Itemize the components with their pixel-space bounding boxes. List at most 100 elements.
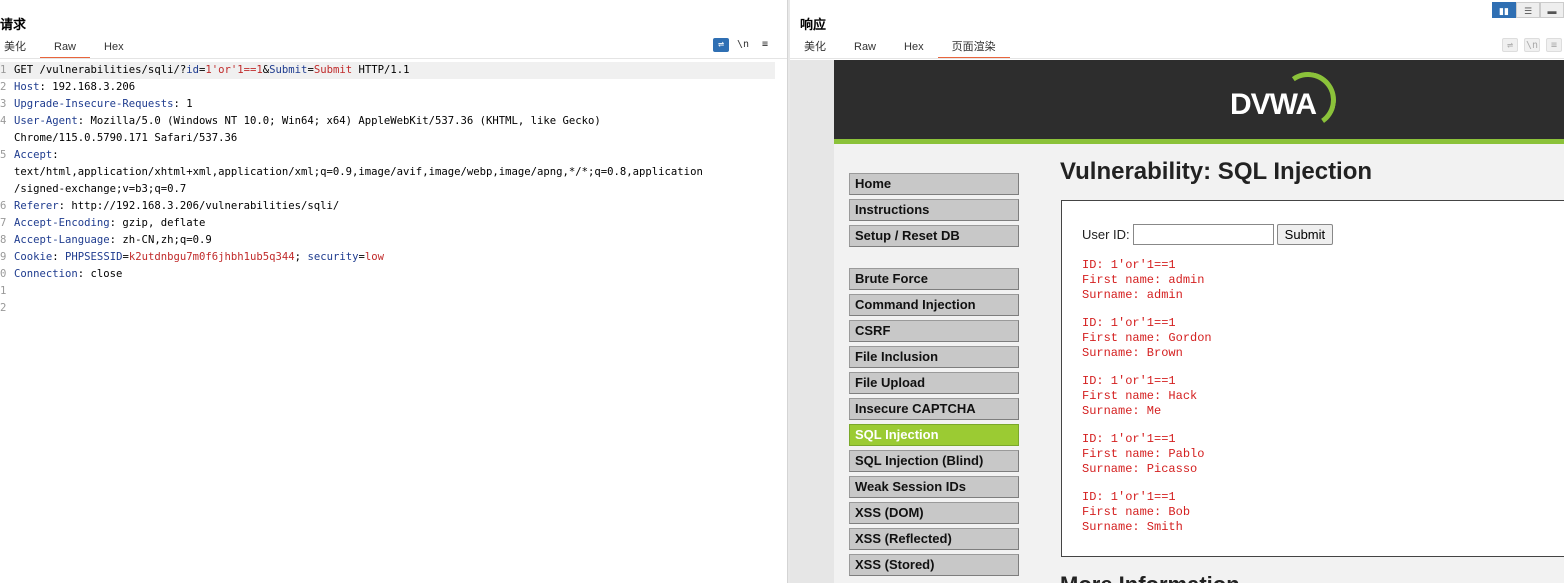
tab-render[interactable]: 页面渲染 (937, 38, 1010, 59)
result-first: First name: Hack (1082, 389, 1198, 403)
menu-item-home[interactable]: Home (849, 173, 1019, 195)
dvwa-content: Vulnerability: SQL Injection User ID: Su… (1060, 158, 1564, 557)
menu-item-csrf[interactable]: CSRF (849, 320, 1019, 342)
code-token: k2utdnbgu7m0f6jhbh1ub5q344 (128, 251, 295, 263)
tab-hex[interactable]: Hex (90, 38, 138, 58)
menu-item-xss-stored[interactable]: XSS (Stored) (849, 554, 1019, 576)
menu-item-setup-reset-db[interactable]: Setup / Reset DB (849, 225, 1019, 247)
code-token: HTTP/1.1 (352, 64, 410, 76)
submit-button[interactable]: Submit (1276, 224, 1334, 245)
menu-icon[interactable]: ≡ (757, 38, 773, 52)
result-surname: Surname: Smith (1082, 520, 1183, 534)
result-record: ID: 1'or'1==1 First name: Bob Surname: Smi… (1082, 490, 1212, 535)
menu-item-xss-dom[interactable]: XSS (DOM) (849, 502, 1019, 524)
code-token: low (364, 251, 384, 263)
line-number (0, 164, 14, 181)
line-code: /signed-exchange;v=b3;q=0.7 (14, 181, 186, 198)
editor-line[interactable]: 1 GET /vulnerabilities/sqli/?id=1'or'1==1… (0, 62, 775, 79)
line-code: Chrome/115.0.5790.171 Safari/537.36 (14, 130, 237, 147)
line-number (0, 181, 14, 198)
line-code: Referer: http://192.168.3.206/vulnerabil… (14, 198, 339, 215)
editor-line[interactable]: 5 Accept: (0, 147, 775, 164)
editor-line[interactable]: 6 Referer: http://192.168.3.206/vulnerabi… (0, 198, 775, 215)
menu-item-file-upload[interactable]: File Upload (849, 372, 1019, 394)
editor-line[interactable]: 9 Cookie: PHPSESSID=k2utdnbgu7m0f6jhbh1ub… (0, 249, 775, 266)
code-token: : gzip, deflate (109, 217, 206, 229)
line-number: 4 (0, 115, 7, 127)
tab-hex[interactable]: Hex (890, 38, 938, 58)
code-token: id (186, 64, 199, 76)
dvwa-menu: Home Instructions Setup / Reset DB Brute Fo… (849, 173, 1019, 580)
menu-item-xss-reflected[interactable]: XSS (Reflected) (849, 528, 1019, 550)
editor-line[interactable]: 2 Host: 192.168.3.206 (0, 79, 775, 96)
code-token: Referer (14, 200, 59, 212)
response-panel: ▮▮ ☰ ▬ 响应 美化 Raw Hex 页面渲染 ⇌ \n ≡ DVWA Ho… (790, 0, 1564, 583)
tab-raw[interactable]: Raw (40, 38, 91, 59)
dvwa-header: DVWA (834, 60, 1564, 144)
menu-item-insecure-captcha[interactable]: Insecure CAPTCHA (849, 398, 1019, 420)
layout-tabs-icon[interactable]: ▬ (1540, 2, 1564, 18)
line-number: 2 (0, 302, 7, 314)
editor-line[interactable]: /signed-exchange;v=b3;q=0.7 (0, 181, 775, 198)
editor-line[interactable]: 2 (0, 300, 775, 317)
response-tools: ⇌ \n ≡ (1502, 38, 1562, 52)
dvwa-logo: DVWA (1230, 67, 1342, 133)
line-number: 0 (0, 268, 7, 280)
editor-line[interactable]: Chrome/115.0.5790.171 Safari/537.36 (0, 130, 775, 147)
tab-pretty[interactable]: 美化 (790, 38, 840, 58)
menu-item-file-inclusion[interactable]: File Inclusion (849, 346, 1019, 368)
editor-line[interactable]: 8 Accept-Language: zh-CN,zh;q=0.9 (0, 232, 775, 249)
result-id: ID: 1'or'1==1 (1082, 432, 1176, 446)
layout-side-by-side-icon[interactable]: ▮▮ (1492, 2, 1516, 18)
wrap-lines-icon[interactable]: ⇌ (1502, 38, 1518, 52)
line-code: Cookie: PHPSESSID=k2utdnbgu7m0f6jhbh1ub5… (14, 249, 384, 266)
editor-line[interactable]: 4 User-Agent: Mozilla/5.0 (Windows NT 10.… (0, 113, 775, 130)
tab-pretty[interactable]: 美化 (0, 38, 40, 58)
result-id: ID: 1'or'1==1 (1082, 374, 1176, 388)
code-token: Accept (14, 149, 53, 161)
menu-item-weak-session-ids[interactable]: Weak Session IDs (849, 476, 1019, 498)
code-token: : zh-CN,zh;q=0.9 (109, 234, 212, 246)
user-id-input[interactable] (1132, 224, 1274, 245)
layout-toggle: ▮▮ ☰ ▬ (1492, 2, 1564, 18)
editor-line[interactable]: 7 Accept-Encoding: gzip, deflate (0, 215, 775, 232)
menu-spacer (849, 251, 1019, 268)
line-code: Host: 192.168.3.206 (14, 79, 135, 96)
show-newlines-icon[interactable]: \n (735, 38, 751, 52)
menu-item-brute-force[interactable]: Brute Force (849, 268, 1019, 290)
line-code: Upgrade-Insecure-Requests: 1 (14, 96, 193, 113)
code-token: Submit (313, 64, 353, 76)
tab-raw[interactable]: Raw (840, 38, 890, 58)
code-token: : close (77, 268, 123, 280)
editor-line[interactable]: 3 Upgrade-Insecure-Requests: 1 (0, 96, 775, 113)
request-editor[interactable]: 1 GET /vulnerabilities/sqli/?id=1'or'1==1… (0, 62, 775, 317)
more-information-heading: More Information (1060, 572, 1240, 583)
result-record: ID: 1'or'1==1 First name: Hack Surname: Me (1082, 374, 1212, 419)
editor-line[interactable]: 1 (0, 283, 775, 300)
editor-line[interactable]: text/html,application/xhtml+xml,applicat… (0, 164, 775, 181)
line-number: 1 (0, 285, 7, 297)
menu-item-sql-injection-blind[interactable]: SQL Injection (Blind) (849, 450, 1019, 472)
editor-line[interactable]: 0 Connection: close (0, 266, 775, 283)
request-tools: ⇌ \n ≡ (713, 38, 773, 52)
line-code: Connection: close (14, 266, 122, 283)
layout-stacked-icon[interactable]: ☰ (1516, 2, 1540, 18)
menu-icon[interactable]: ≡ (1546, 38, 1562, 52)
wrap-lines-icon[interactable]: ⇌ (713, 38, 729, 52)
show-newlines-icon[interactable]: \n (1524, 38, 1540, 52)
line-number: 7 (0, 217, 7, 229)
result-id: ID: 1'or'1==1 (1082, 258, 1176, 272)
request-panel: 请求 美化 Raw Hex ⇌ \n ≡ 1 GET /vulnerabiliti… (0, 0, 787, 583)
code-token: Submit (269, 64, 308, 76)
line-number: 6 (0, 200, 7, 212)
line-number (0, 130, 14, 147)
code-token: Upgrade-Insecure-Requests (14, 98, 174, 110)
code-token: : 192.168.3.206 (39, 81, 136, 93)
line-number: 8 (0, 234, 7, 246)
menu-item-instructions[interactable]: Instructions (849, 199, 1019, 221)
response-tabs: 美化 Raw Hex 页面渲染 (790, 38, 1010, 59)
menu-item-sql-injection[interactable]: SQL Injection (849, 424, 1019, 446)
code-token: security (307, 251, 359, 263)
line-code: GET /vulnerabilities/sqli/?id=1'or'1==1&… (14, 62, 410, 79)
menu-item-command-injection[interactable]: Command Injection (849, 294, 1019, 316)
